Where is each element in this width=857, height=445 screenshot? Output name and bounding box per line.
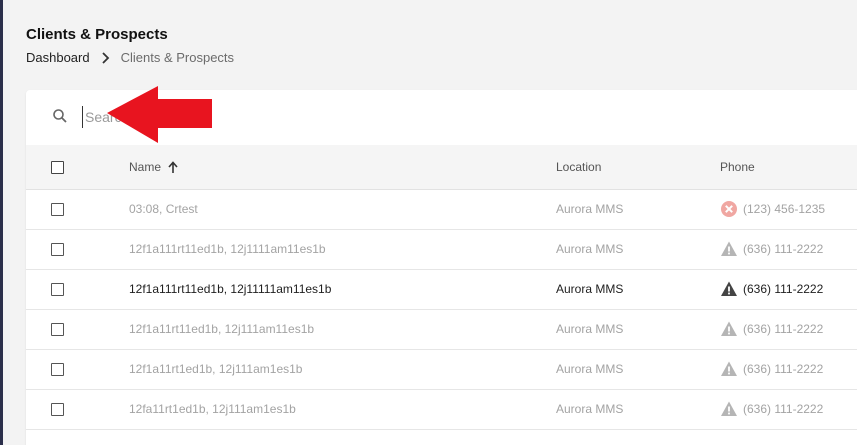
location-cell: Aurora MMS (556, 202, 624, 216)
phone-number: (636) 111-2222 (743, 242, 824, 256)
select-all-checkbox[interactable] (51, 161, 64, 174)
column-header-name-label: Name (129, 160, 162, 174)
client-name-cell[interactable]: 12f1a111rt11ed1b, 12j1111am11es1b (129, 242, 326, 256)
row-checkbox[interactable] (51, 323, 64, 336)
client-name-cell[interactable]: 12f1a111rt11ed1b, 12j11111am11es1b (129, 282, 331, 296)
column-header-name[interactable]: Name (129, 160, 179, 174)
search-input[interactable] (82, 106, 385, 128)
row-checkbox[interactable] (51, 283, 64, 296)
client-name-cell[interactable]: 12fa11rt1ed1b, 12j111am1es1b (129, 402, 296, 416)
warning-icon (721, 321, 737, 336)
table-row[interactable]: 12f1a11rt1ed1b, 12j111am1es1b Aurora MMS (… (26, 350, 857, 390)
warning-icon (721, 361, 737, 376)
page-title: Clients & Prospects (26, 26, 168, 43)
table-row[interactable]: 03:08, Crtest Aurora MMS (123) 456-1235 (26, 190, 857, 230)
phone-cell: (636) 111-2222 (720, 320, 823, 338)
row-checkbox[interactable] (51, 403, 64, 416)
location-cell: Aurora MMS (556, 362, 624, 376)
column-header-location[interactable]: Location (556, 160, 601, 174)
sidebar-edge (0, 0, 3, 445)
search-icon (53, 109, 67, 123)
phone-number: (636) 111-2222 (743, 322, 824, 336)
location-cell: Aurora MMS (556, 322, 624, 336)
breadcrumb-dashboard-link[interactable]: Dashboard (26, 50, 90, 65)
phone-number: (123) 456-1235 (743, 202, 826, 216)
location-cell: Aurora MMS (556, 282, 624, 296)
error-x-icon (721, 201, 737, 217)
table-row[interactable]: 12fa11rt1ed1b, 12j111am1es1b Aurora MMS (6… (26, 390, 857, 430)
client-name-cell[interactable]: 12f1a11rt11ed1b, 12j111am11es1b (129, 322, 314, 336)
phone-cell: (636) 111-2222 (720, 280, 823, 298)
phone-number: (636) 111-2222 (743, 362, 824, 376)
table-row[interactable]: 12f1a11rt11ed1b, 12j111am11es1b Aurora MM… (26, 310, 857, 350)
breadcrumb: Dashboard Clients & Prospects (26, 50, 234, 65)
location-cell: Aurora MMS (556, 242, 624, 256)
sort-arrow-up-icon (168, 160, 178, 173)
warning-icon (721, 281, 737, 296)
client-name-cell[interactable]: 03:08, Crtest (129, 202, 198, 216)
warning-icon (721, 401, 737, 416)
column-header-phone[interactable]: Phone (720, 160, 755, 174)
phone-cell: (636) 111-2222 (720, 360, 823, 378)
chevron-right-icon (101, 51, 109, 64)
table-row[interactable]: 12f1a111rt11ed1b, 12j11111am11es1b Aurora… (26, 270, 857, 310)
app-window: Clients & Prospects Dashboard Clients & … (0, 0, 857, 445)
phone-cell: (636) 111-2222 (720, 240, 823, 258)
warning-icon (721, 241, 737, 256)
clients-table-card: Name Location Phone 03:08, Crtest Aurora … (26, 86, 857, 445)
row-checkbox[interactable] (51, 203, 64, 216)
phone-cell: (636) 111-2222 (720, 400, 823, 418)
search-bar (26, 86, 857, 146)
breadcrumb-current: Clients & Prospects (120, 50, 235, 65)
row-checkbox[interactable] (51, 363, 64, 376)
table-header: Name Location Phone (26, 145, 857, 190)
row-checkbox[interactable] (51, 243, 64, 256)
phone-number: (636) 111-2222 (743, 282, 824, 296)
phone-cell: (123) 456-1235 (720, 200, 825, 218)
location-cell: Aurora MMS (556, 402, 624, 416)
table-row[interactable]: 12f1a111rt11ed1b, 12j1111am11es1b Aurora … (26, 230, 857, 270)
phone-number: (636) 111-2222 (743, 402, 824, 416)
client-name-cell[interactable]: 12f1a11rt1ed1b, 12j111am1es1b (129, 362, 302, 376)
